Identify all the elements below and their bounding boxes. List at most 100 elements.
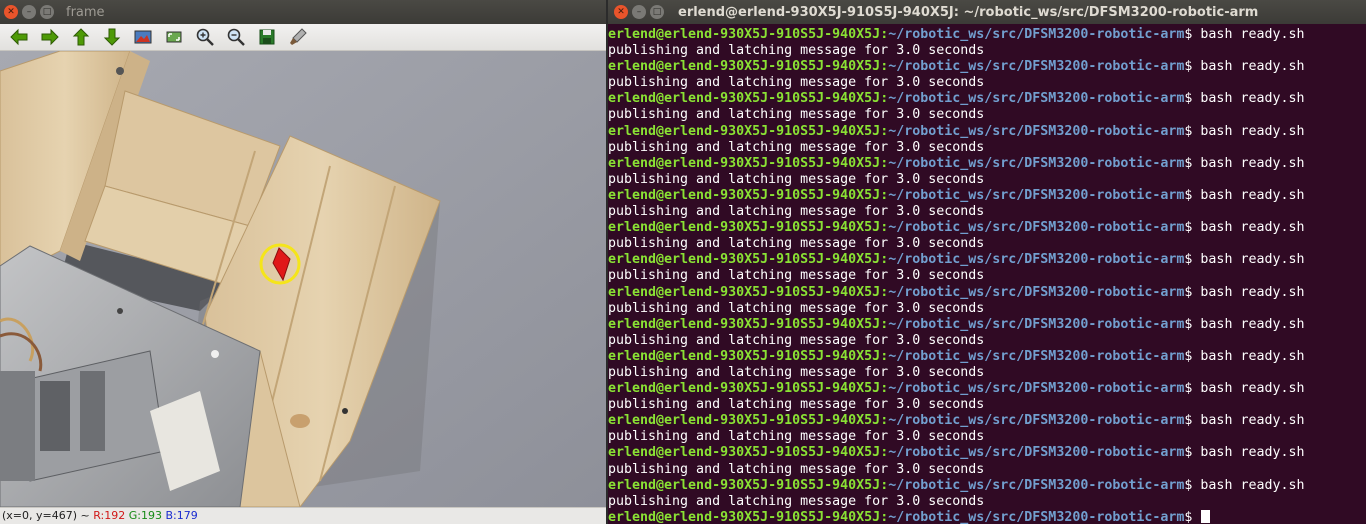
prompt-path: ~/robotic_ws/src/DFSM3200-robotic-arm <box>888 509 1185 524</box>
prompt-path: ~/robotic_ws/src/DFSM3200-robotic-arm <box>888 381 1185 397</box>
prompt-line: erlend@erlend-930X5J-910S5J-940X5J:~/rob… <box>608 509 1366 524</box>
pan-left-icon <box>10 28 28 46</box>
cursor-coordinates: (x=0, y=467) ~ <box>2 509 90 522</box>
prompt-separator: : <box>880 91 889 107</box>
prompt-user: erlend@erlend-930X5J-910S5J-940X5J <box>608 381 881 397</box>
prompt-path: ~/robotic_ws/src/DFSM3200-robotic-arm <box>888 445 1185 461</box>
command-text: bash ready.sh <box>1200 348 1305 364</box>
terminal-window: ✕ – □ erlend@erlend-930X5J-910S5J-940X5J… <box>608 0 1366 524</box>
command-text: bash ready.sh <box>1200 381 1305 397</box>
prompt-separator: : <box>880 155 889 171</box>
prompt-dollar: $ <box>1184 187 1201 203</box>
save-button[interactable] <box>254 26 280 48</box>
terminal-maximize-button[interactable]: □ <box>650 5 664 19</box>
prompt-dollar: $ <box>1184 381 1201 397</box>
terminal-output[interactable]: erlend@erlend-930X5J-910S5J-940X5J:~/rob… <box>608 24 1366 524</box>
prompt-dollar: $ <box>1184 477 1201 493</box>
prompt-path: ~/robotic_ws/src/DFSM3200-robotic-arm <box>888 316 1185 332</box>
prompt-dollar: $ <box>1184 59 1201 75</box>
prompt-line: erlend@erlend-930X5J-910S5J-940X5J:~/rob… <box>608 285 1366 301</box>
pan-up-button[interactable] <box>68 26 94 48</box>
prompt-user: erlend@erlend-930X5J-910S5J-940X5J <box>608 187 881 203</box>
pan-down-button[interactable] <box>99 26 125 48</box>
maximize-button[interactable]: □ <box>40 5 54 19</box>
prompt-separator: : <box>880 316 889 332</box>
prompt-user: erlend@erlend-930X5J-910S5J-940X5J <box>608 348 881 364</box>
camera-image[interactable] <box>0 51 606 507</box>
close-button[interactable]: ✕ <box>4 5 18 19</box>
minimize-icon: – <box>636 6 642 17</box>
command-text: bash ready.sh <box>1200 187 1305 203</box>
output-line: publishing and latching message for 3.0 … <box>608 493 985 509</box>
prompt-user: erlend@erlend-930X5J-910S5J-940X5J <box>608 220 881 236</box>
frame-window-title: frame <box>66 4 105 20</box>
pan-right-button[interactable] <box>37 26 63 48</box>
prompt-user: erlend@erlend-930X5J-910S5J-940X5J <box>608 509 881 524</box>
frame-statusbar: (x=0, y=467) ~ R:192 G:193 B:179 <box>0 507 606 524</box>
prompt-dollar: $ <box>1184 413 1201 429</box>
frame-titlebar[interactable]: ✕ – □ frame <box>0 0 606 24</box>
prompt-line: erlend@erlend-930X5J-910S5J-940X5J:~/rob… <box>608 252 1366 268</box>
prompt-separator: : <box>880 413 889 429</box>
output-line: publishing and latching message for 3.0 … <box>608 139 985 155</box>
pan-right-icon <box>41 28 59 46</box>
zoom-fit-icon <box>166 31 182 43</box>
prompt-line: erlend@erlend-930X5J-910S5J-940X5J:~/rob… <box>608 478 1366 494</box>
prompt-user: erlend@erlend-930X5J-910S5J-940X5J <box>608 445 881 461</box>
minimize-button[interactable]: – <box>22 5 36 19</box>
pixel-red-value: R:192 <box>93 509 126 522</box>
prompt-dollar: $ <box>1184 316 1201 332</box>
output-line: publishing and latching message for 3.0 … <box>608 171 985 187</box>
command-text: bash ready.sh <box>1200 123 1305 139</box>
prompt-path: ~/robotic_ws/src/DFSM3200-robotic-arm <box>888 413 1185 429</box>
zoom-fit-button[interactable] <box>161 26 187 48</box>
terminal-titlebar[interactable]: ✕ – □ erlend@erlend-930X5J-910S5J-940X5J… <box>608 0 1366 24</box>
zoom-x1-button[interactable] <box>130 26 156 48</box>
pan-down-icon <box>103 28 121 46</box>
terminal-close-button[interactable]: ✕ <box>614 5 628 19</box>
prompt-path: ~/robotic_ws/src/DFSM3200-robotic-arm <box>888 155 1185 171</box>
zoom-in-icon <box>196 28 214 46</box>
prompt-path: ~/robotic_ws/src/DFSM3200-robotic-arm <box>888 187 1185 203</box>
properties-button[interactable] <box>285 26 311 48</box>
command-text: bash ready.sh <box>1200 27 1305 42</box>
prompt-user: erlend@erlend-930X5J-910S5J-940X5J <box>608 155 881 171</box>
frame-window: ✕ – □ frame (x=0, y=467) ~ R:192 G:193 B… <box>0 0 606 524</box>
prompt-separator: : <box>880 252 889 268</box>
prompt-path: ~/robotic_ws/src/DFSM3200-robotic-arm <box>888 27 1185 42</box>
close-icon: ✕ <box>617 6 625 17</box>
prompt-separator: : <box>880 187 889 203</box>
prompt-line: erlend@erlend-930X5J-910S5J-940X5J:~/rob… <box>608 413 1366 429</box>
output-line: publishing and latching message for 3.0 … <box>608 75 985 91</box>
command-text: bash ready.sh <box>1200 445 1305 461</box>
prompt-separator: : <box>880 348 889 364</box>
command-text: bash ready.sh <box>1200 477 1305 493</box>
pan-left-button[interactable] <box>6 26 32 48</box>
prompt-dollar: $ <box>1184 91 1201 107</box>
zoom-in-button[interactable] <box>192 26 218 48</box>
zoom-x1-icon <box>134 30 152 44</box>
command-text: bash ready.sh <box>1200 316 1305 332</box>
zoom-out-button[interactable] <box>223 26 249 48</box>
prompt-separator: : <box>880 59 889 75</box>
output-line: publishing and latching message for 3.0 … <box>608 268 985 284</box>
command-text: bash ready.sh <box>1200 284 1305 300</box>
prompt-line: erlend@erlend-930X5J-910S5J-940X5J:~/rob… <box>608 381 1366 397</box>
prompt-path: ~/robotic_ws/src/DFSM3200-robotic-arm <box>888 123 1185 139</box>
terminal-minimize-button[interactable]: – <box>632 5 646 19</box>
prompt-separator: : <box>880 284 889 300</box>
pan-up-icon <box>72 28 90 46</box>
prompt-path: ~/robotic_ws/src/DFSM3200-robotic-arm <box>888 284 1185 300</box>
command-text: bash ready.sh <box>1200 59 1305 75</box>
output-line: publishing and latching message for 3.0 … <box>608 397 985 413</box>
prompt-path: ~/robotic_ws/src/DFSM3200-robotic-arm <box>888 91 1185 107</box>
prompt-user: erlend@erlend-930X5J-910S5J-940X5J <box>608 316 881 332</box>
prompt-separator: : <box>880 27 889 42</box>
prompt-user: erlend@erlend-930X5J-910S5J-940X5J <box>608 27 881 42</box>
close-icon: ✕ <box>7 6 15 17</box>
prompt-dollar: $ <box>1184 123 1201 139</box>
command-text: bash ready.sh <box>1200 91 1305 107</box>
prompt-dollar: $ <box>1184 445 1201 461</box>
prompt-user: erlend@erlend-930X5J-910S5J-940X5J <box>608 91 881 107</box>
frame-toolbar <box>0 24 606 51</box>
